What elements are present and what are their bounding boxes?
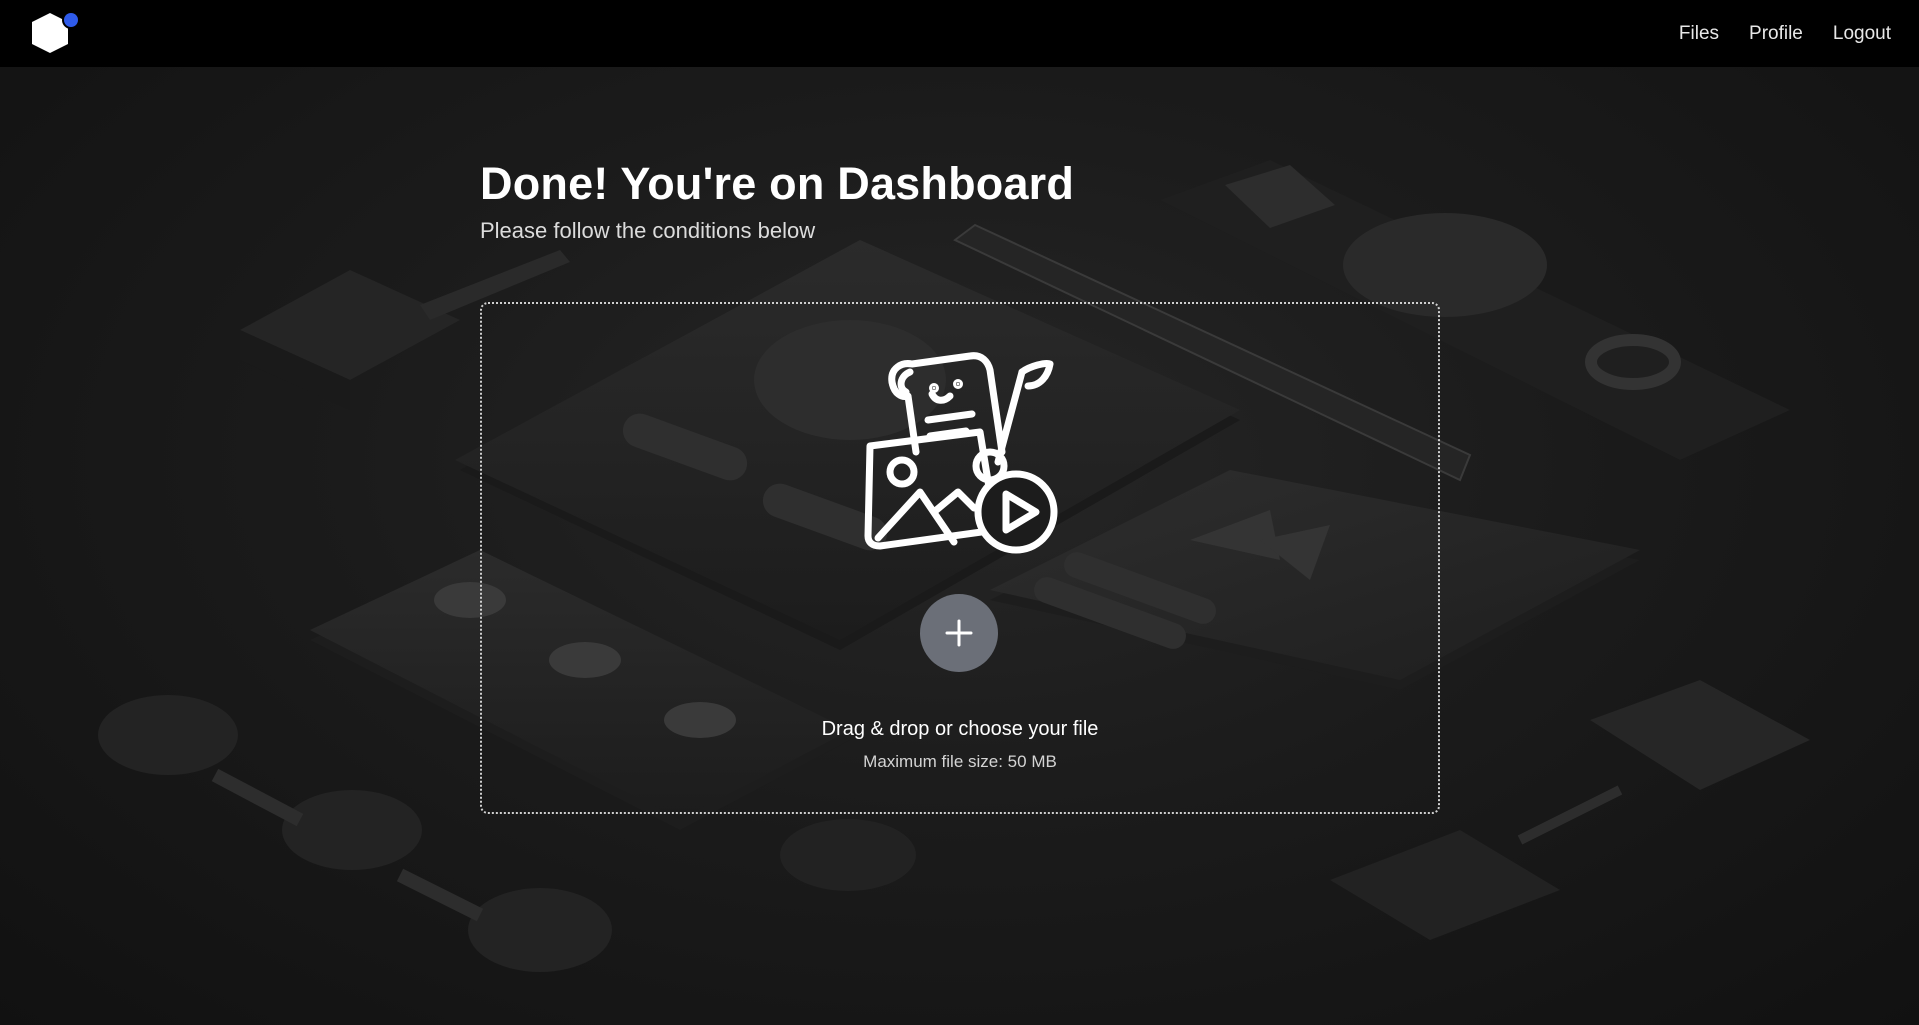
dropzone-title: Drag & drop or choose your file [821, 718, 1099, 740]
page: Files Profile Logout Done! You're on Das… [0, 0, 1919, 1025]
media-files-icon [864, 352, 1058, 554]
dashboard-content: Done! You're on Dashboard Please follow … [480, 158, 1440, 814]
nav-profile-link[interactable]: Profile [1749, 23, 1803, 45]
app-logo-icon[interactable] [28, 9, 84, 57]
top-nav-bar: Files Profile Logout [0, 0, 1919, 67]
nav-files-link[interactable]: Files [1679, 23, 1719, 45]
main-nav: Files Profile Logout [1679, 0, 1891, 67]
add-file-button[interactable] [920, 594, 998, 672]
nav-logout-link[interactable]: Logout [1833, 23, 1891, 45]
page-title: Done! You're on Dashboard [480, 158, 1075, 209]
dropzone-size-hint: Maximum file size: 50 MB [863, 752, 1057, 771]
plus-icon [945, 619, 973, 647]
file-dropzone[interactable]: Drag & drop or choose your file Maximum … [480, 302, 1440, 814]
page-subtitle: Please follow the conditions below [480, 218, 816, 243]
